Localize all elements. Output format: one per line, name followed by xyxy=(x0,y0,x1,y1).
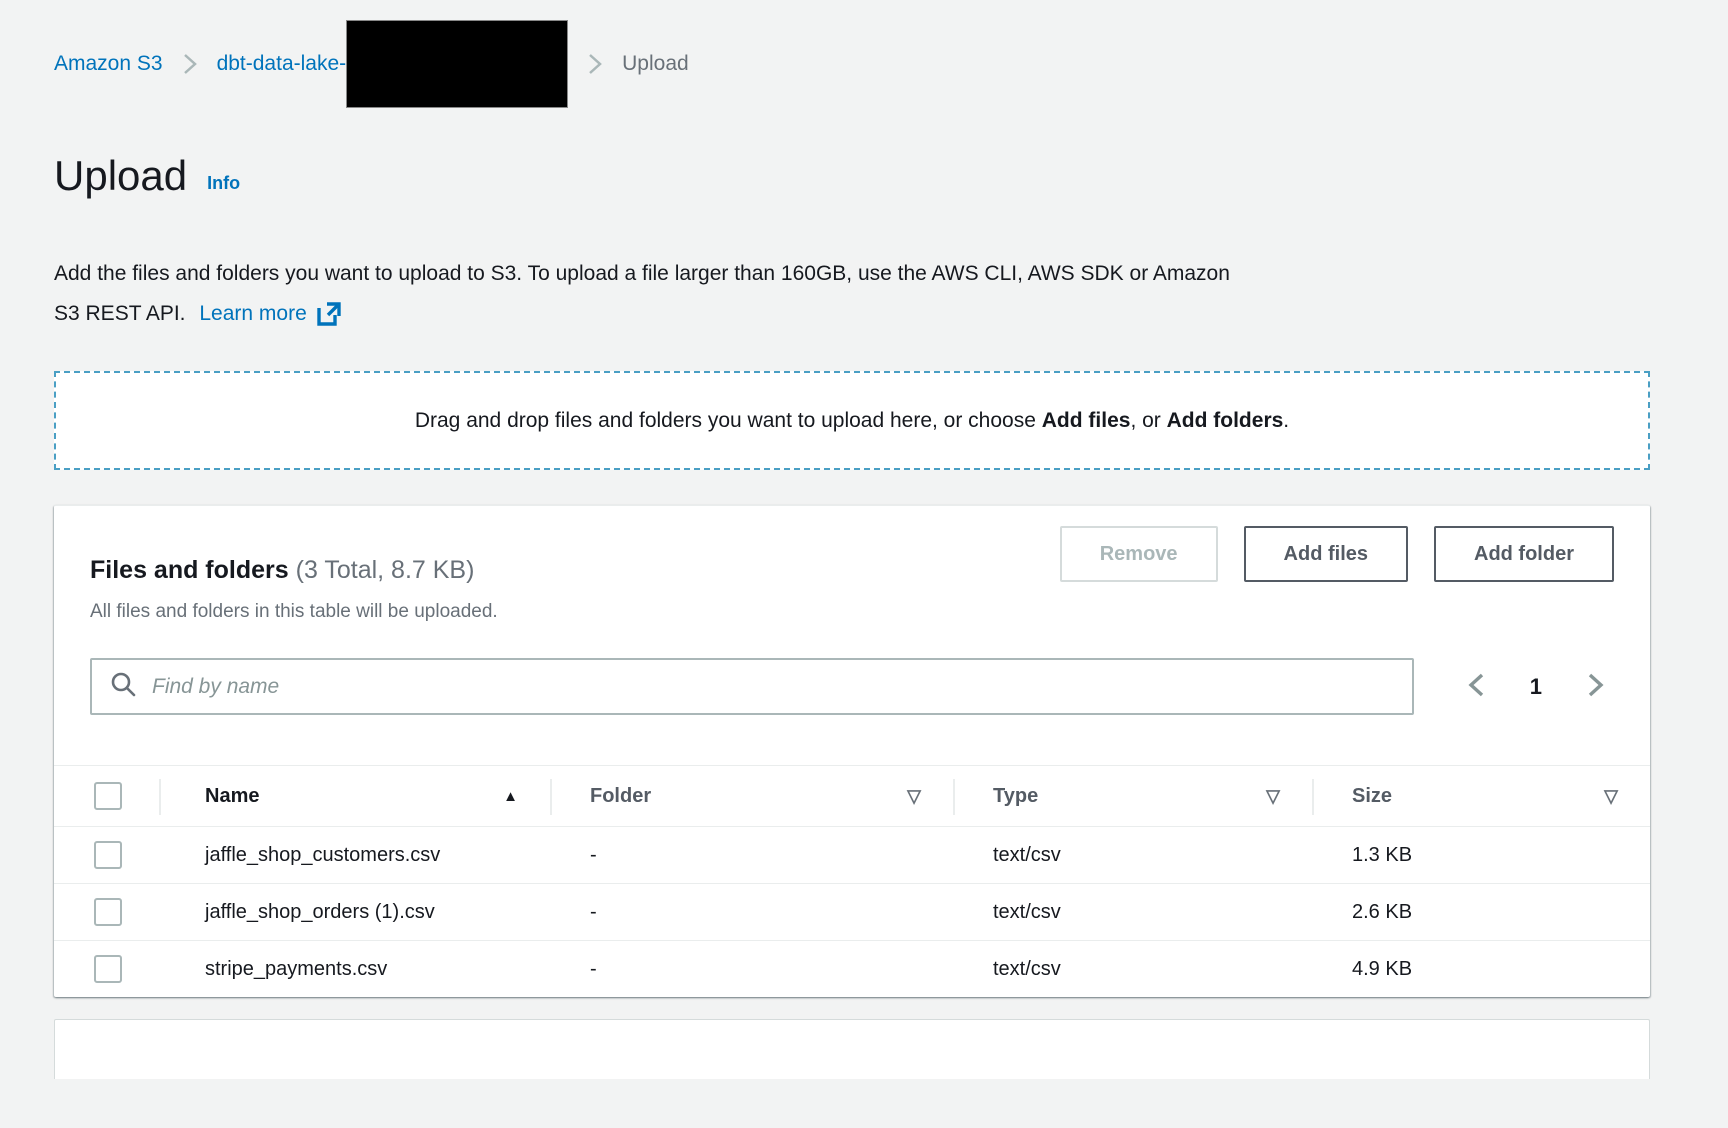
external-link-icon xyxy=(316,301,342,327)
page-description: Add the files and folders you want to up… xyxy=(54,254,1650,334)
remove-button[interactable]: Remove xyxy=(1060,526,1218,582)
column-header-folder[interactable]: Folder ▽ xyxy=(550,766,953,826)
file-type: text/csv xyxy=(953,891,1312,933)
row-checkbox[interactable] xyxy=(94,841,122,869)
files-and-folders-panel: Files and folders (3 Total, 8.7 KB) All … xyxy=(54,505,1650,997)
pagination-page-1[interactable]: 1 xyxy=(1530,674,1542,700)
row-checkbox[interactable] xyxy=(94,955,122,983)
next-section-panel xyxy=(54,1019,1650,1079)
description-line2: S3 REST API. xyxy=(54,302,186,325)
filter-icon: ▽ xyxy=(1604,786,1618,807)
file-type: text/csv xyxy=(953,834,1312,876)
breadcrumb-upload: Upload xyxy=(622,52,689,76)
dropzone-text: Drag and drop files and folders you want… xyxy=(415,409,1289,433)
panel-actions: Remove Add files Add folder xyxy=(1060,526,1614,626)
table-row: jaffle_shop_orders (1).csv - text/csv 2.… xyxy=(54,884,1650,941)
search-icon xyxy=(108,669,138,704)
chevron-right-icon xyxy=(582,49,608,79)
drag-drop-zone[interactable]: Drag and drop files and folders you want… xyxy=(54,371,1650,470)
row-checkbox[interactable] xyxy=(94,898,122,926)
table-header-row: Name ▲ Folder ▽ Type ▽ Size ▽ xyxy=(54,765,1650,827)
file-name: jaffle_shop_orders (1).csv xyxy=(159,891,455,933)
file-size: 1.3 KB xyxy=(1312,834,1650,876)
filter-icon: ▽ xyxy=(907,786,921,807)
select-all-cell xyxy=(54,766,159,826)
filter-icon: ▽ xyxy=(1266,786,1280,807)
files-table: Name ▲ Folder ▽ Type ▽ Size ▽ xyxy=(54,765,1650,997)
chevron-right-icon xyxy=(177,49,203,79)
file-name: stripe_payments.csv xyxy=(159,948,455,990)
add-folder-button[interactable]: Add folder xyxy=(1434,526,1614,582)
panel-title: Files and folders (3 Total, 8.7 KB) xyxy=(90,548,498,592)
file-folder: - xyxy=(550,948,953,990)
file-size: 2.6 KB xyxy=(1312,891,1650,933)
learn-more-link[interactable]: Learn more xyxy=(199,294,341,334)
file-name: jaffle_shop_customers.csv xyxy=(159,834,455,876)
table-row: jaffle_shop_customers.csv - text/csv 1.3… xyxy=(54,827,1650,884)
breadcrumb-bucket[interactable]: dbt-data-lake- xyxy=(217,52,347,76)
panel-subtitle: All files and folders in this table will… xyxy=(90,598,498,626)
file-folder: - xyxy=(550,891,953,933)
panel-count-summary: (3 Total, 8.7 KB) xyxy=(296,556,475,584)
add-files-button[interactable]: Add files xyxy=(1244,526,1408,582)
pagination-next-button[interactable] xyxy=(1576,664,1614,709)
breadcrumb: Amazon S3 dbt-data-lake- Upload xyxy=(54,20,1650,108)
redaction-box xyxy=(346,20,568,108)
page-title: Upload xyxy=(54,148,187,204)
page-content: Amazon S3 dbt-data-lake- Upload Upload I… xyxy=(54,20,1650,1079)
table-row: stripe_payments.csv - text/csv 4.9 KB xyxy=(54,941,1650,997)
search-box xyxy=(90,658,1414,715)
file-size: 4.9 KB xyxy=(1312,948,1650,990)
column-header-type[interactable]: Type ▽ xyxy=(953,766,1312,826)
pagination: 1 xyxy=(1458,664,1614,709)
column-header-name[interactable]: Name ▲ xyxy=(159,766,550,826)
description-line1: Add the files and folders you want to up… xyxy=(54,254,1650,294)
file-type: text/csv xyxy=(953,948,1312,990)
chevron-right-icon xyxy=(1580,668,1610,705)
column-header-size[interactable]: Size ▽ xyxy=(1312,766,1650,826)
pagination-prev-button[interactable] xyxy=(1458,664,1496,709)
breadcrumb-amazon-s3[interactable]: Amazon S3 xyxy=(54,52,163,76)
info-link[interactable]: Info xyxy=(207,173,240,194)
sort-ascending-icon: ▲ xyxy=(503,788,518,805)
select-all-checkbox[interactable] xyxy=(94,782,122,810)
file-folder: - xyxy=(550,834,953,876)
search-input[interactable] xyxy=(152,675,1396,699)
chevron-left-icon xyxy=(1462,668,1492,705)
